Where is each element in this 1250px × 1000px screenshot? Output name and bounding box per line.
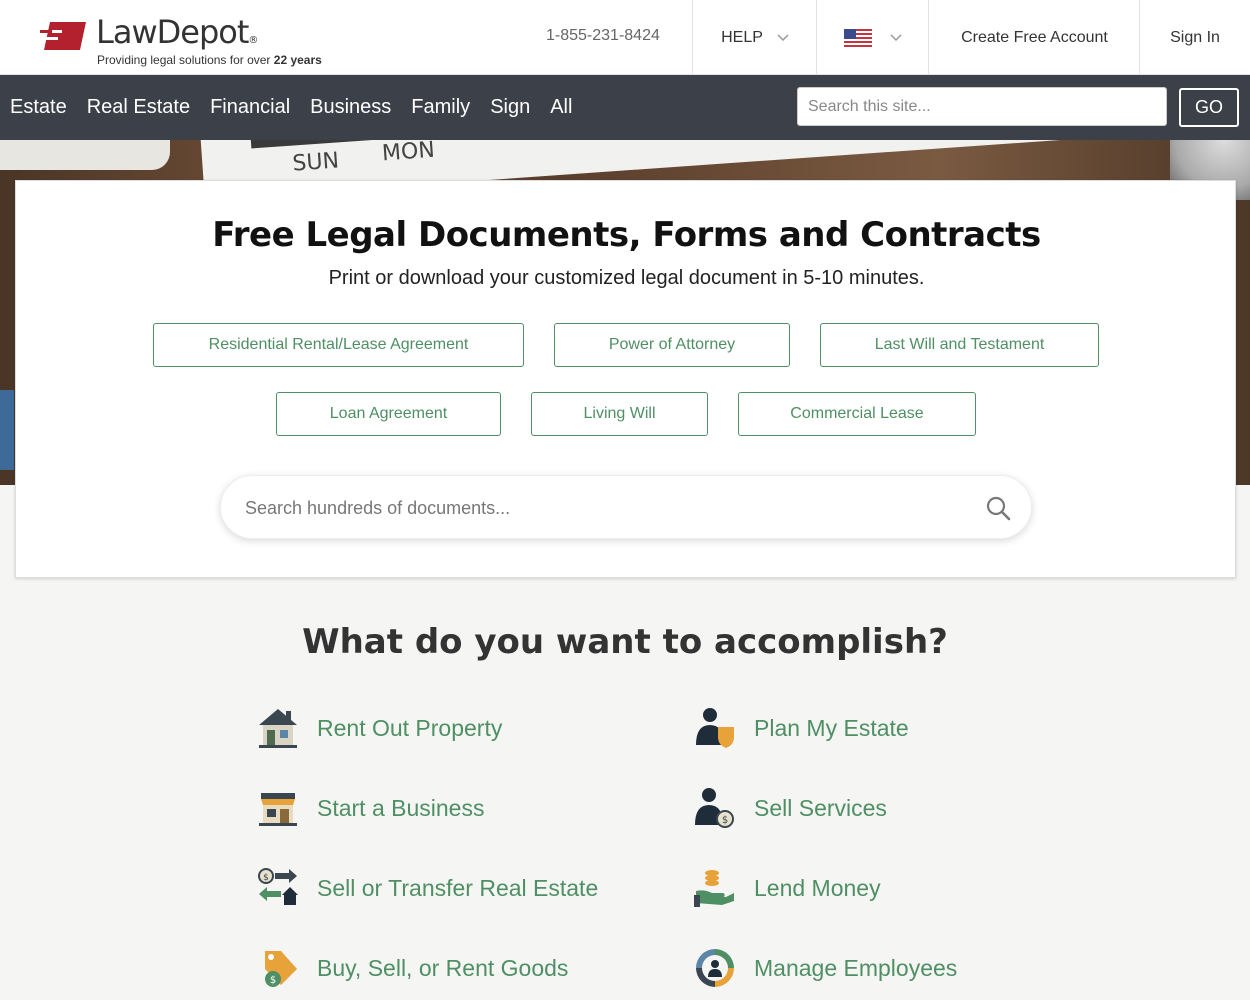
accomplish-rent-out-property[interactable]: Rent Out Property [257, 706, 502, 750]
nav-financial[interactable]: Financial [210, 96, 290, 119]
accomplish-label: Buy, Sell, or Rent Goods [317, 954, 569, 981]
site-header: LawDepot® Providing legal solutions for … [0, 0, 1250, 75]
person-coin-icon: $ [695, 788, 734, 828]
calendar-date-4: 4 [735, 140, 751, 142]
document-search-input[interactable] [245, 488, 945, 528]
create-account-link[interactable]: Create Free Account [928, 0, 1140, 75]
accomplish-start-a-business[interactable]: Start a Business [257, 786, 484, 830]
calendar-day-sun: SUN [291, 148, 340, 177]
doc-last-will-button[interactable]: Last Will and Testament [820, 323, 1099, 367]
hero-bg-card [0, 140, 170, 170]
calendar-day-mon: MON [381, 140, 436, 167]
accomplish-label: Sell Services [754, 794, 887, 821]
go-button[interactable]: GO [1179, 88, 1239, 127]
nav-business[interactable]: Business [310, 96, 391, 119]
hero-card: Free Legal Documents, Forms and Contract… [15, 180, 1236, 578]
chevron-down-icon [777, 33, 789, 41]
hero-bg-edge [0, 390, 14, 470]
accomplish-sell-transfer-real-estate[interactable]: $ Sell or Transfer Real Estate [257, 866, 598, 910]
accomplish-label: Rent Out Property [317, 714, 503, 741]
accomplish-label: Lend Money [754, 874, 881, 901]
logo-tagline: Providing legal solutions for over 22 ye… [97, 53, 322, 67]
site-search-input[interactable] [797, 87, 1167, 126]
country-selector[interactable] [816, 0, 929, 75]
sign-in-link[interactable]: Sign In [1139, 0, 1250, 75]
transfer-house-icon: $ [258, 868, 298, 905]
storefront-icon [259, 793, 297, 826]
doc-power-of-attorney-button[interactable]: Power of Attorney [554, 323, 790, 367]
accomplish-label: Sell or Transfer Real Estate [317, 874, 599, 901]
nav-family[interactable]: Family [411, 96, 470, 119]
doc-residential-lease-button[interactable]: Residential Rental/Lease Agreement [153, 323, 524, 367]
hero-subtitle: Print or download your customized legal … [328, 267, 925, 289]
logo[interactable]: LawDepot® Providing legal solutions for … [40, 14, 322, 67]
hand-coins-icon [694, 870, 734, 907]
phone-number[interactable]: 1-855-231-8424 [546, 27, 660, 45]
help-menu[interactable]: HELP [692, 0, 817, 75]
logo-mark-icon [40, 22, 86, 50]
hero-title: Free Legal Documents, Forms and Contract… [212, 215, 1041, 255]
employee-cycle-icon [696, 949, 734, 987]
house-icon [259, 709, 297, 748]
doc-living-will-button[interactable]: Living Will [531, 392, 708, 436]
accomplish-manage-employees[interactable]: Manage Employees [694, 946, 957, 990]
help-label: HELP [721, 28, 763, 46]
doc-commercial-lease-button[interactable]: Commercial Lease [738, 392, 976, 436]
accomplish-title: What do you want to accomplish? [302, 622, 948, 662]
svg-text:$: $ [270, 975, 276, 986]
us-flag-icon [844, 28, 872, 47]
svg-text:$: $ [263, 873, 269, 883]
person-shield-icon [696, 708, 734, 748]
price-tag-icon: $ [265, 951, 297, 987]
svg-text:$: $ [722, 815, 728, 826]
main-nav: Estate Real Estate Financial Business Fa… [0, 75, 1250, 140]
accomplish-label: Plan My Estate [754, 714, 909, 741]
nav-sign[interactable]: Sign [490, 96, 530, 119]
chevron-down-icon [890, 33, 902, 41]
doc-loan-agreement-button[interactable]: Loan Agreement [276, 392, 501, 436]
accomplish-plan-my-estate[interactable]: Plan My Estate [694, 706, 909, 750]
accomplish-buy-sell-rent-goods[interactable]: $ Buy, Sell, or Rent Goods [257, 946, 568, 990]
nav-estate[interactable]: Estate [10, 96, 67, 119]
accomplish-lend-money[interactable]: Lend Money [694, 866, 881, 910]
accomplish-label: Manage Employees [754, 954, 958, 981]
nav-real-estate[interactable]: Real Estate [87, 96, 190, 119]
nav-all[interactable]: All [550, 96, 572, 119]
registered-mark: ® [248, 35, 259, 46]
accomplish-sell-services[interactable]: $ Sell Services [694, 786, 887, 830]
accomplish-label: Start a Business [317, 794, 485, 821]
search-icon[interactable] [985, 495, 1011, 521]
document-search-box [220, 475, 1032, 539]
